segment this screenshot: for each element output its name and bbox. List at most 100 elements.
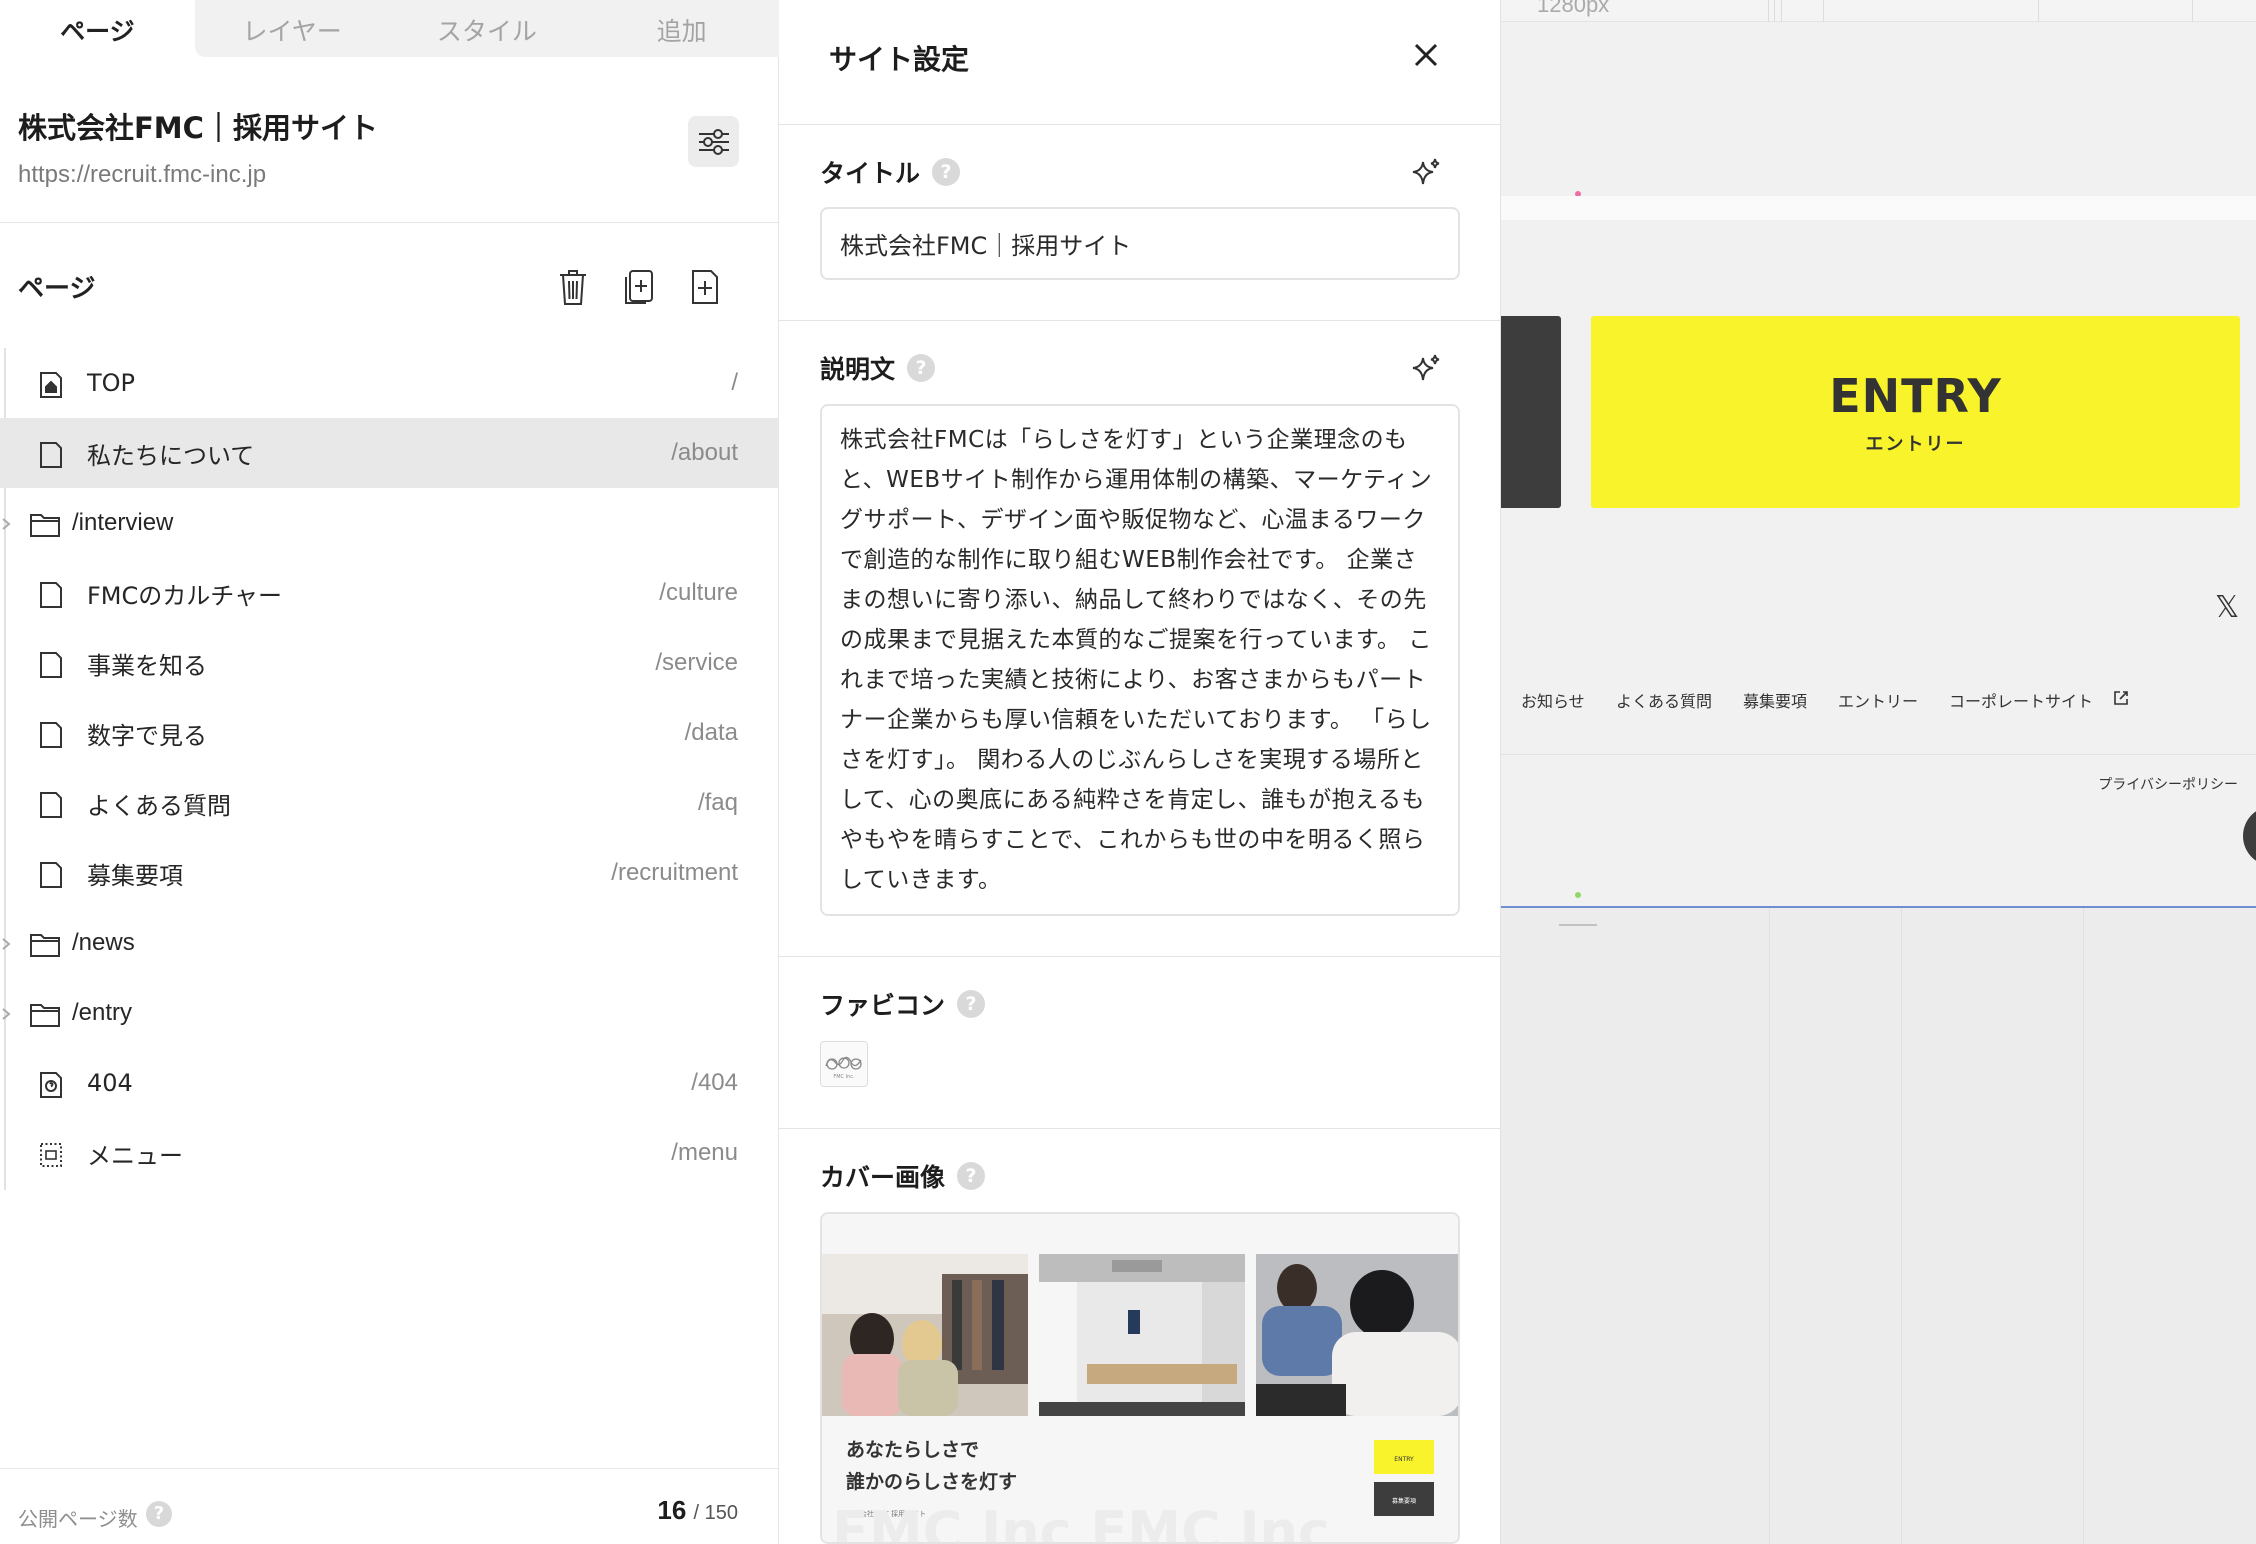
site-title: 株式会社FMC｜採用サイト	[18, 111, 378, 145]
page-path: /culture	[659, 579, 738, 606]
page-label: 数字で見る	[87, 721, 207, 750]
page-row-top[interactable]: TOP /	[0, 348, 779, 418]
ruler-bar: 1280px	[1501, 0, 2256, 22]
sliders-icon	[698, 128, 729, 155]
ai-sparkle-icon[interactable]	[1409, 352, 1443, 386]
chevron-right-icon[interactable]	[0, 512, 14, 536]
title-input[interactable]: 株式会社FMC｜採用サイト	[820, 207, 1460, 280]
dark-cta-block[interactable]	[1501, 316, 1561, 508]
description-textarea[interactable]: 株式会社FMCは「らしさを灯す」という企業理念のもと、WEBサイト制作から運用体…	[820, 404, 1460, 916]
page-icon	[40, 442, 62, 468]
label-text: 説明文	[820, 355, 896, 384]
folder-row-interview[interactable]: /interview	[0, 488, 779, 558]
page-path: /faq	[697, 789, 738, 816]
divider	[779, 320, 1501, 321]
cover-headline-2: 誰かのらしさを灯す	[846, 1470, 1017, 1493]
folder-icon	[30, 1004, 60, 1027]
page-icon	[40, 792, 62, 818]
entry-cta-subtitle: エントリー	[1865, 434, 1966, 455]
page-row-culture[interactable]: FMCのカルチャー /culture	[0, 558, 779, 628]
page-row-menu[interactable]: メニュー /menu	[0, 1118, 779, 1188]
x-social-icon[interactable]: 𝕏	[2215, 590, 2239, 625]
help-icon[interactable]: ?	[907, 354, 936, 382]
page-label: TOP	[87, 369, 136, 397]
published-total: / 150	[693, 1502, 738, 1524]
cover-image: あなたらしさで 誰かのらしさを灯す 株式会社FMC 採用サイト ENTRY 募集…	[822, 1214, 1458, 1544]
tab-styles[interactable]: スタイル	[389, 0, 585, 57]
title-input-value: 株式会社FMC｜採用サイト	[840, 232, 1132, 260]
folder-row-news[interactable]: /news	[0, 908, 779, 978]
folder-icon	[30, 514, 60, 537]
description-text: 株式会社FMCは「らしさを灯す」という企業理念のもと、WEBサイト制作から運用体…	[840, 427, 1433, 893]
column-guide	[1901, 908, 1902, 1544]
page-icon	[40, 722, 62, 748]
cover-bg-text: FMC Inc FMC Inc	[832, 1500, 1330, 1544]
cover-photo-3	[1256, 1254, 1458, 1416]
site-header: 株式会社FMC｜採用サイト https://recruit.fmc-inc.jp	[18, 105, 378, 189]
footer-nav-faq[interactable]: よくある質問	[1616, 688, 1712, 712]
favicon-logo-image: FMC Inc.	[825, 1056, 862, 1080]
privacy-policy-link[interactable]: プライバシーポリシー	[2098, 774, 2238, 794]
folder-row-entry[interactable]: /entry	[0, 978, 779, 1048]
page-path: /recruitment	[611, 859, 738, 886]
ai-sparkle-icon[interactable]	[1409, 156, 1443, 190]
trash-icon	[560, 270, 586, 305]
help-icon[interactable]: ?	[932, 158, 961, 186]
duplicate-page-icon	[625, 270, 653, 304]
cover-photo-1	[822, 1254, 1028, 1416]
footer-nav-news[interactable]: お知らせ	[1521, 688, 1585, 712]
duplicate-page-button[interactable]	[621, 266, 657, 308]
label-text: カバー画像	[820, 1163, 946, 1192]
cover-image-preview[interactable]: あなたらしさで 誰かのらしさを灯す 株式会社FMC 採用サイト ENTRY 募集…	[820, 1212, 1460, 1544]
delete-page-button[interactable]	[555, 266, 591, 308]
footer-nav-entry[interactable]: エントリー	[1838, 688, 1918, 712]
floating-round-button[interactable]	[2243, 806, 2256, 866]
footer-nav-recruitment[interactable]: 募集要項	[1743, 688, 1807, 712]
divider	[779, 1128, 1501, 1129]
error-page-icon	[40, 1072, 62, 1098]
page-canvas[interactable]: 1280px ENTRY エントリー 𝕏 お知らせ よくある質問 募集要項 エン…	[1501, 0, 2256, 1544]
resize-handle[interactable]	[1559, 924, 1597, 926]
external-link-icon	[2114, 691, 2128, 705]
page-row-about[interactable]: 私たちについて /about	[0, 418, 779, 488]
close-icon[interactable]	[1409, 38, 1443, 72]
site-settings-button[interactable]	[688, 116, 739, 167]
column-guide	[2083, 908, 2084, 1544]
menu-component-icon	[40, 1143, 62, 1167]
page-label: 事業を知る	[87, 651, 207, 680]
help-icon[interactable]: ?	[957, 990, 986, 1018]
page-row-404[interactable]: 404 /404	[0, 1048, 779, 1118]
tab-add[interactable]: 追加	[584, 0, 779, 57]
footer-nav-corporate[interactable]: コーポレートサイト	[1949, 688, 2093, 712]
chevron-right-icon[interactable]	[0, 932, 14, 956]
help-icon[interactable]: ?	[957, 1162, 986, 1190]
cover-headline-1: あなたらしさで	[846, 1439, 979, 1461]
cover-photo-2	[1039, 1254, 1245, 1416]
page-row-data[interactable]: 数字で見る /data	[0, 698, 779, 768]
page-path: /404	[691, 1069, 738, 1096]
entry-cta-block[interactable]: ENTRY エントリー	[1591, 316, 2240, 508]
site-url[interactable]: https://recruit.fmc-inc.jp	[18, 161, 378, 189]
page-path: /menu	[671, 1139, 738, 1166]
page-label: 募集要項	[87, 861, 183, 890]
title-field-label: タイトル ?	[820, 154, 961, 190]
section-band	[1501, 196, 2256, 220]
published-pages-footer: 公開ページ数 ? 16 / 150	[0, 1468, 779, 1544]
tab-pages[interactable]: ページ	[0, 0, 195, 57]
page-icon	[40, 582, 62, 608]
tab-layers[interactable]: レイヤー	[194, 0, 390, 57]
help-icon[interactable]: ?	[146, 1501, 172, 1527]
page-row-faq[interactable]: よくある質問 /faq	[0, 768, 779, 838]
chevron-right-icon[interactable]	[0, 1002, 14, 1026]
favicon-field-label: ファビコン ?	[820, 986, 986, 1022]
ruler-tick	[2192, 0, 2193, 22]
panel-title: サイト設定	[829, 43, 970, 76]
add-page-button[interactable]	[687, 266, 723, 308]
page-row-recruitment[interactable]: 募集要項 /recruitment	[0, 838, 779, 908]
section-marker-dot	[1575, 892, 1581, 898]
page-row-service[interactable]: 事業を知る /service	[0, 628, 779, 698]
favicon-text: FMC Inc.	[833, 1074, 855, 1080]
favicon-thumbnail[interactable]: FMC Inc.	[820, 1041, 868, 1087]
page-icon	[40, 652, 62, 678]
folder-label: /interview	[72, 509, 174, 536]
